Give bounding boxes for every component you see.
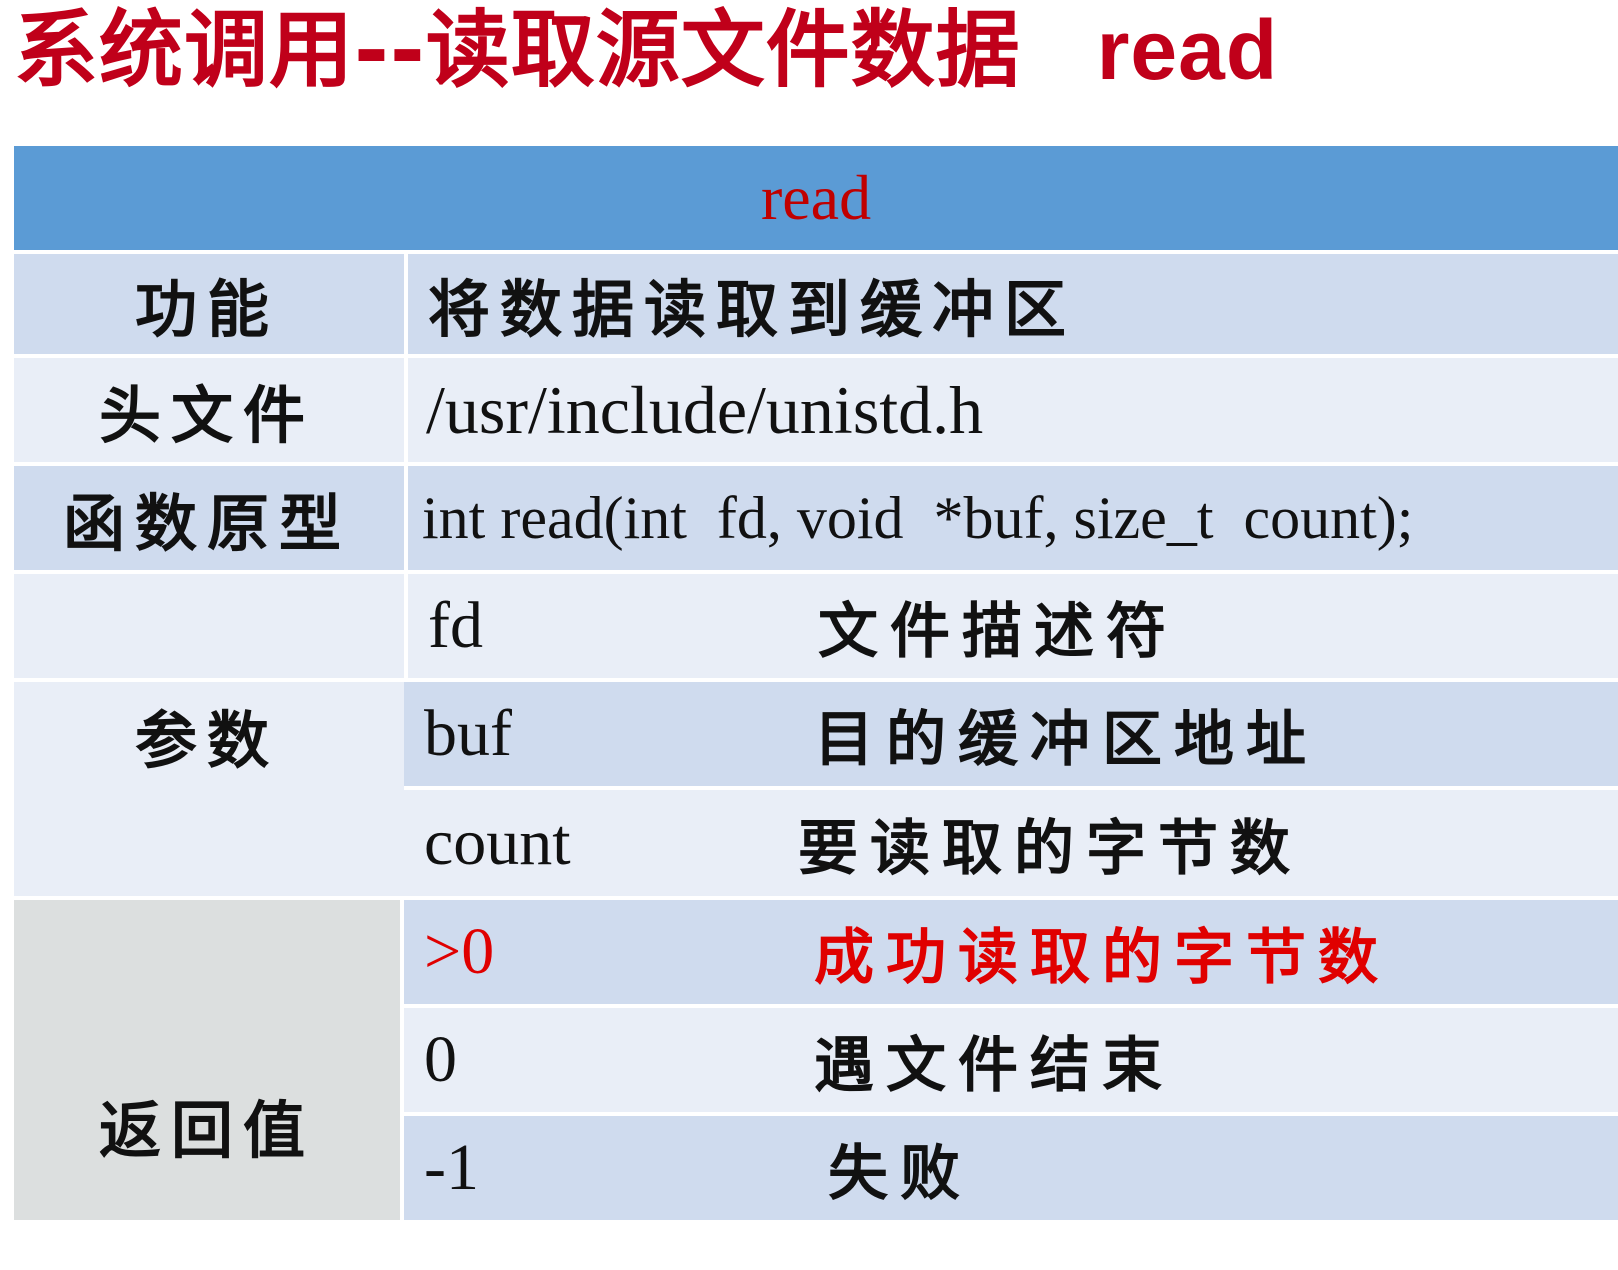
return-row-zero: 0 遇文件结束 [404,1008,1618,1116]
table-row-header-file: 头文件 /usr/include/unistd.h [14,358,1618,466]
table-row-returns: 返回值 [14,900,400,1220]
return-row-positive: >0 成功读取的字节数 [404,900,1618,1008]
row-value-function: 将数据读取到缓冲区 [404,254,1618,354]
param-desc-count: 要读取的字节数 [798,813,1302,884]
row-value-header-file: /usr/include/unistd.h [404,358,1618,462]
return-desc-positive: 成功读取的字节数 [814,922,1390,993]
param-desc-buf: 目的缓冲区地址 [814,704,1318,775]
slide-title-function-name: read [1096,3,1279,97]
param-cell-count: count 要读取的字节数 [404,790,1618,896]
slide-title: 系统调用--读取源文件数据 read [14,0,1278,110]
row-label-prototype: 函数原型 [62,487,351,560]
return-cell-negative: -1 失败 [404,1116,1618,1220]
function-description: 将数据读取到缓冲区 [428,273,1077,346]
return-value-zero: 0 [424,1023,457,1096]
return-cell-positive: >0 成功读取的字节数 [404,900,1618,1004]
return-cell-zero: 0 遇文件结束 [404,1008,1618,1112]
return-value-positive: >0 [424,915,495,988]
return-row-negative: -1 失败 [404,1116,1618,1220]
param-cell-fd: fd 文件描述符 [404,574,1618,678]
param-cell-buf: buf 目的缓冲区地址 [404,682,1618,786]
return-value-negative: -1 [424,1131,479,1204]
return-desc-negative: 失败 [828,1138,972,1209]
table-row-function: 功能 将数据读取到缓冲区 [14,254,1618,358]
param-desc-fd: 文件描述符 [818,596,1178,667]
table-header: read [14,146,1618,254]
param-name-buf: buf [424,697,512,770]
row-label-header-file: 头文件 [98,379,315,452]
param-row-buf: buf 目的缓冲区地址 [404,682,1618,790]
param-name-fd: fd [428,589,483,662]
row-value-prototype: int read(int fd, void *buf, size_t count… [404,466,1618,570]
slide-title-main: 系统调用--读取源文件数据 [14,1,1021,99]
table-row-prototype: 函数原型 int read(int fd, void *buf, size_t … [14,466,1618,574]
row-label-returns: 返回值 [98,1094,315,1167]
param-row-fd: fd 文件描述符 [14,574,1618,682]
return-desc-zero: 遇文件结束 [814,1030,1174,1101]
header-file-path: /usr/include/unistd.h [426,371,984,448]
param-row-count: count 要读取的字节数 [404,790,1618,896]
row-label-function: 功能 [134,273,279,346]
param-name-count: count [424,806,571,879]
prototype-text: int read(int fd, void *buf, size_t count… [422,484,1414,551]
